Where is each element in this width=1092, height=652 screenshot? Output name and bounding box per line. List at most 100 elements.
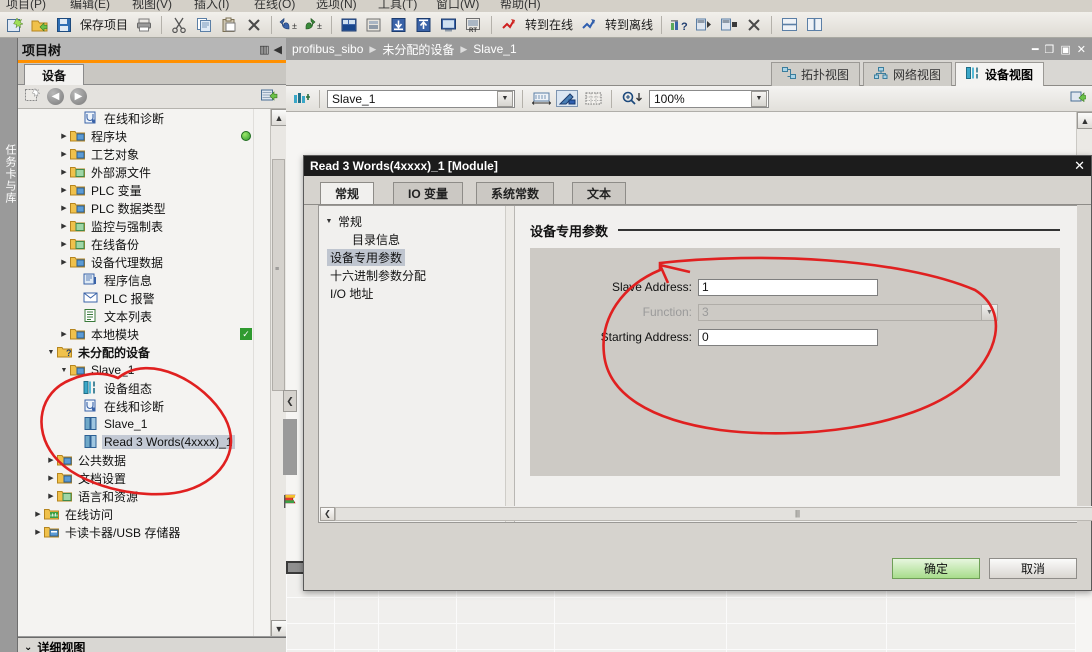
expand-arrow-icon[interactable]: ▶: [58, 222, 70, 230]
tree-item-14[interactable]: ▼ Slave_1: [18, 361, 270, 379]
expand-arrow-icon[interactable]: ▶: [58, 132, 70, 140]
tab-devices[interactable]: 设备: [24, 64, 84, 85]
download-icon[interactable]: [363, 14, 385, 36]
menu-item-help[interactable]: 帮助(H): [500, 0, 541, 12]
open-project-icon[interactable]: [28, 14, 50, 36]
scroll-left-icon[interactable]: ❮: [320, 506, 335, 521]
editor-expand-icon[interactable]: [1070, 90, 1087, 107]
tab-network-view[interactable]: 网络视图: [863, 62, 953, 86]
tab-device-view[interactable]: 设备视图: [955, 62, 1045, 86]
expand-arrow-icon[interactable]: ▼: [58, 367, 70, 374]
device-overview-icon[interactable]: [292, 91, 312, 106]
tree-item-11[interactable]: 文本列表: [18, 307, 270, 325]
tree-item-4[interactable]: ▶ PLC 变量: [18, 181, 270, 199]
save-icon[interactable]: [53, 14, 75, 36]
go-offline-label[interactable]: 转到离线: [603, 16, 655, 33]
menu-item-insert[interactable]: 插入(I): [194, 0, 229, 12]
starting-address-input[interactable]: 0: [698, 328, 878, 346]
device-selector[interactable]: Slave_1 ▼: [327, 89, 515, 108]
dialog-nav-item-2[interactable]: 设备专用参数: [319, 248, 514, 266]
chevron-down-icon[interactable]: ▼: [751, 90, 767, 107]
menu-item-online[interactable]: 在线(O): [254, 0, 295, 12]
tree-item-3[interactable]: ▶ 外部源文件: [18, 163, 270, 181]
cut-icon[interactable]: [168, 14, 190, 36]
ok-button[interactable]: 确定: [892, 558, 980, 579]
expand-arrow-icon[interactable]: ▶: [45, 456, 57, 464]
menu-item-tools[interactable]: 工具(T): [378, 0, 417, 12]
tab-topology-view[interactable]: 拓扑视图: [771, 62, 861, 86]
tree-item-21[interactable]: ▶ 语言和资源: [18, 487, 270, 505]
expand-arrow-icon[interactable]: ▼: [45, 349, 57, 356]
task-card-sidebar[interactable]: 任务卡与库: [0, 38, 18, 652]
expand-arrow-icon[interactable]: ▶: [45, 474, 57, 482]
tree-item-10[interactable]: PLC 报警: [18, 289, 270, 307]
upload-icon[interactable]: [413, 14, 435, 36]
highlight-icon[interactable]: [556, 90, 578, 107]
menu-item-window[interactable]: 窗口(W): [436, 0, 479, 12]
panel-divider[interactable]: [283, 419, 297, 475]
expand-arrow-icon[interactable]: ▼: [323, 218, 335, 225]
menu-item-view[interactable]: 视图(V): [132, 0, 172, 12]
start-simulation-icon[interactable]: [438, 14, 460, 36]
tree-item-7[interactable]: ▶ 在线备份: [18, 235, 270, 253]
go-online-icon[interactable]: [498, 14, 520, 36]
slave-address-input[interactable]: 1: [698, 278, 878, 296]
expand-arrow-icon[interactable]: ▶: [58, 330, 70, 338]
split-horizontal-icon[interactable]: [778, 14, 800, 36]
tab-system-constants[interactable]: 系统常数: [476, 182, 555, 204]
fit-width-icon[interactable]: [530, 91, 552, 106]
tree-item-12[interactable]: ▶ 本地模块 ✓: [18, 325, 270, 343]
tree-item-1[interactable]: ▶ 程序块: [18, 127, 270, 145]
maximize-icon[interactable]: ▣: [1060, 43, 1070, 56]
expand-arrow-icon[interactable]: ▶: [58, 168, 70, 176]
dialog-nav-item-0[interactable]: ▼ 常规: [319, 212, 514, 230]
save-project-label[interactable]: 保存项目: [78, 16, 130, 33]
menu-item-options[interactable]: 选项(N): [316, 0, 357, 12]
dialog-nav-item-3[interactable]: 十六进制参数分配: [319, 266, 514, 284]
pin-icon[interactable]: ▥: [259, 43, 269, 56]
tree-item-22[interactable]: ▶ 在线访问: [18, 505, 270, 523]
expand-arrow-icon[interactable]: ▶: [32, 510, 44, 518]
tree-item-6[interactable]: ▶ 监控与强制表: [18, 217, 270, 235]
expand-arrow-icon[interactable]: ▶: [45, 492, 57, 500]
print-icon[interactable]: [133, 14, 155, 36]
new-item-icon[interactable]: [24, 87, 41, 106]
close-icon[interactable]: ✕: [1074, 158, 1085, 174]
tree-item-0[interactable]: 在线和诊断: [18, 109, 270, 127]
close-view-icon[interactable]: [743, 14, 765, 36]
tab-general[interactable]: 常规: [320, 182, 375, 204]
open-editor-icon[interactable]: [260, 87, 278, 106]
tree-item-13[interactable]: ▼? 未分配的设备: [18, 343, 270, 361]
restore-icon[interactable]: ❐: [1045, 43, 1055, 56]
expand-arrow-icon[interactable]: ▶: [58, 186, 70, 194]
undo-icon[interactable]: ±: [278, 14, 300, 36]
dialog-horizontal-scrollbar[interactable]: ❮ |||| ❯: [320, 506, 1092, 521]
dialog-nav-item-1[interactable]: 目录信息: [319, 230, 514, 248]
back-icon[interactable]: ◀: [47, 88, 64, 105]
scroll-down-icon[interactable]: ▼: [271, 620, 286, 636]
tree-item-17[interactable]: Slave_1: [18, 415, 270, 433]
dialog-nav-item-4[interactable]: I/O 地址: [319, 284, 514, 302]
copy-icon[interactable]: [193, 14, 215, 36]
tab-texts[interactable]: 文本: [572, 182, 627, 204]
minimize-icon[interactable]: ━: [1032, 43, 1039, 56]
go-online-label[interactable]: 转到在线: [523, 16, 575, 33]
expand-arrow-icon[interactable]: ▶: [58, 240, 70, 248]
paste-icon[interactable]: [218, 14, 240, 36]
tab-io-variables[interactable]: IO 变量: [393, 182, 464, 204]
split-vertical-icon[interactable]: [803, 14, 825, 36]
tree-item-9[interactable]: 程序信息: [18, 271, 270, 289]
new-project-icon[interactable]: [3, 14, 25, 36]
breadcrumb-project[interactable]: profibus_sibo: [292, 42, 363, 56]
start-search-icon[interactable]: [693, 14, 715, 36]
tree-item-16[interactable]: 在线和诊断: [18, 397, 270, 415]
scroll-thumb[interactable]: ||||: [335, 506, 1092, 521]
zoom-selector[interactable]: 100% ▼: [649, 89, 769, 108]
grid-icon[interactable]: [582, 91, 604, 106]
chevron-down-icon[interactable]: ⌄: [24, 642, 32, 652]
diagnostics-icon[interactable]: ?: [668, 14, 690, 36]
tree-item-15[interactable]: 设备组态: [18, 379, 270, 397]
compile-icon[interactable]: [338, 14, 360, 36]
close-icon[interactable]: ✕: [1077, 43, 1086, 56]
zoom-icon[interactable]: [619, 91, 645, 106]
